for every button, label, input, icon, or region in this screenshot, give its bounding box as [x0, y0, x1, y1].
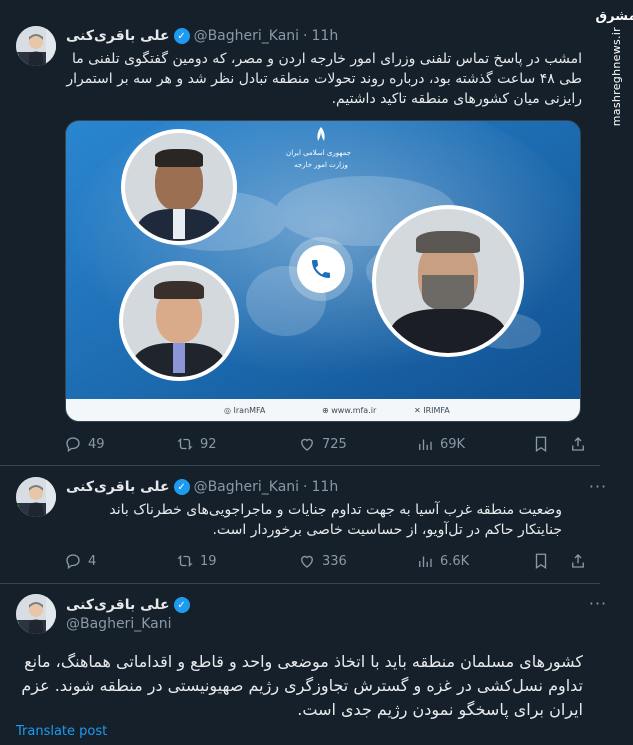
ministry-line-1: جمهوری اسلامی ایران — [286, 149, 351, 157]
bookmark-button[interactable] — [532, 552, 550, 570]
verified-icon: ✓ — [173, 28, 190, 44]
reply-button[interactable]: 4 — [64, 552, 96, 570]
author-name[interactable]: علی باقری‌کنی — [66, 28, 170, 44]
reply-count: 49 — [88, 436, 105, 452]
tweet-actions: 49 92 725 69K — [64, 433, 584, 455]
like-icon — [301, 438, 313, 451]
divider — [0, 465, 600, 466]
like-count: 336 — [322, 553, 347, 569]
portrait-left-top — [125, 133, 233, 241]
views-count: 69K — [440, 436, 466, 452]
tweet-subheader: @Bagheri_Kani — [66, 614, 171, 634]
views-button[interactable]: 69K — [416, 435, 465, 453]
repost-button[interactable]: 19 — [176, 552, 217, 570]
timestamp[interactable]: 11h — [312, 479, 339, 495]
share-icon — [572, 554, 584, 568]
share-button[interactable] — [569, 435, 587, 453]
like-button[interactable]: 725 — [298, 435, 347, 453]
like-icon — [301, 555, 313, 568]
verified-icon: ✓ — [173, 479, 190, 495]
author-handle[interactable]: @Bagheri_Kani — [194, 28, 299, 44]
tweet-media-image[interactable]: جمهوری اسلامی ایران وزارت امور خارجه ◎ I… — [65, 120, 581, 422]
portrait-right — [376, 209, 520, 353]
views-button[interactable]: 6.6K — [416, 552, 469, 570]
watermark-brand: مشرق mashreghnews.ir — [596, 10, 633, 127]
footer-mid: ⊕ www.mfa.ir — [322, 406, 377, 415]
reply-icon — [66, 437, 80, 453]
separator: · — [303, 479, 308, 495]
avatar[interactable] — [16, 26, 56, 66]
ministry-line-2: وزارت امور خارجه — [294, 161, 348, 169]
tweet-text: امشب در پاسخ تماس تلفنی وزرای امور خارجه… — [66, 51, 582, 107]
tweet-header: علی باقری‌کنی ✓ @Bagheri_Kani · 11h — [66, 477, 338, 497]
footer-left: ◎ IranMFA — [224, 406, 266, 415]
views-icon — [419, 556, 432, 567]
more-icon[interactable]: ··· — [587, 596, 609, 615]
translate-link[interactable]: Translate post — [16, 724, 107, 739]
reply-icon — [66, 554, 80, 570]
author-name[interactable]: علی باقری‌کنی — [66, 597, 170, 613]
phone-icon — [309, 257, 333, 281]
like-button[interactable]: 336 — [298, 552, 347, 570]
more-icon[interactable]: ··· — [587, 479, 609, 498]
views-count: 6.6K — [440, 553, 470, 569]
repost-icon — [177, 555, 193, 567]
repost-count: 92 — [200, 436, 217, 452]
bookmark-button[interactable] — [532, 435, 550, 453]
footer-right: ✕ IRIMFA — [414, 406, 450, 415]
tweet-header: علی باقری‌کنی ✓ @Bagheri_Kani · 11h — [66, 26, 338, 46]
share-button[interactable] — [569, 552, 587, 570]
avatar[interactable] — [16, 477, 56, 517]
bookmark-icon — [535, 553, 547, 570]
author-handle[interactable]: @Bagheri_Kani — [194, 479, 299, 495]
like-count: 725 — [322, 436, 347, 452]
views-icon — [419, 439, 432, 450]
share-icon — [572, 437, 584, 451]
separator: · — [303, 28, 308, 44]
divider — [0, 583, 600, 584]
brand-url: mashreghnews.ir — [609, 27, 623, 127]
avatar[interactable] — [16, 594, 56, 634]
author-name[interactable]: علی باقری‌کنی — [66, 479, 170, 495]
reply-count: 4 — [88, 553, 97, 569]
tweet-text: کشورهای مسلمان منطقه باید با اتخاذ موضعی… — [21, 652, 583, 719]
repost-button[interactable]: 92 — [176, 435, 217, 453]
repost-count: 19 — [200, 553, 217, 569]
author-handle[interactable]: @Bagheri_Kani — [66, 616, 171, 632]
portrait-left-bottom — [123, 265, 235, 377]
brand-logo: مشرق — [595, 9, 633, 24]
tweet-text: وضعیت منطقه غرب آسیا به جهت تداوم جنایات… — [109, 502, 562, 538]
repost-icon — [177, 438, 193, 450]
verified-icon: ✓ — [173, 597, 190, 613]
bookmark-icon — [535, 436, 547, 453]
timestamp[interactable]: 11h — [312, 28, 339, 44]
tweet-actions: 4 19 336 6.6K — [64, 550, 584, 572]
media-footer: ◎ IranMFA ⊕ www.mfa.ir ✕ IRIMFA — [66, 400, 580, 421]
reply-button[interactable]: 49 — [64, 435, 105, 453]
tweet-header: علی باقری‌کنی ✓ — [66, 595, 190, 615]
